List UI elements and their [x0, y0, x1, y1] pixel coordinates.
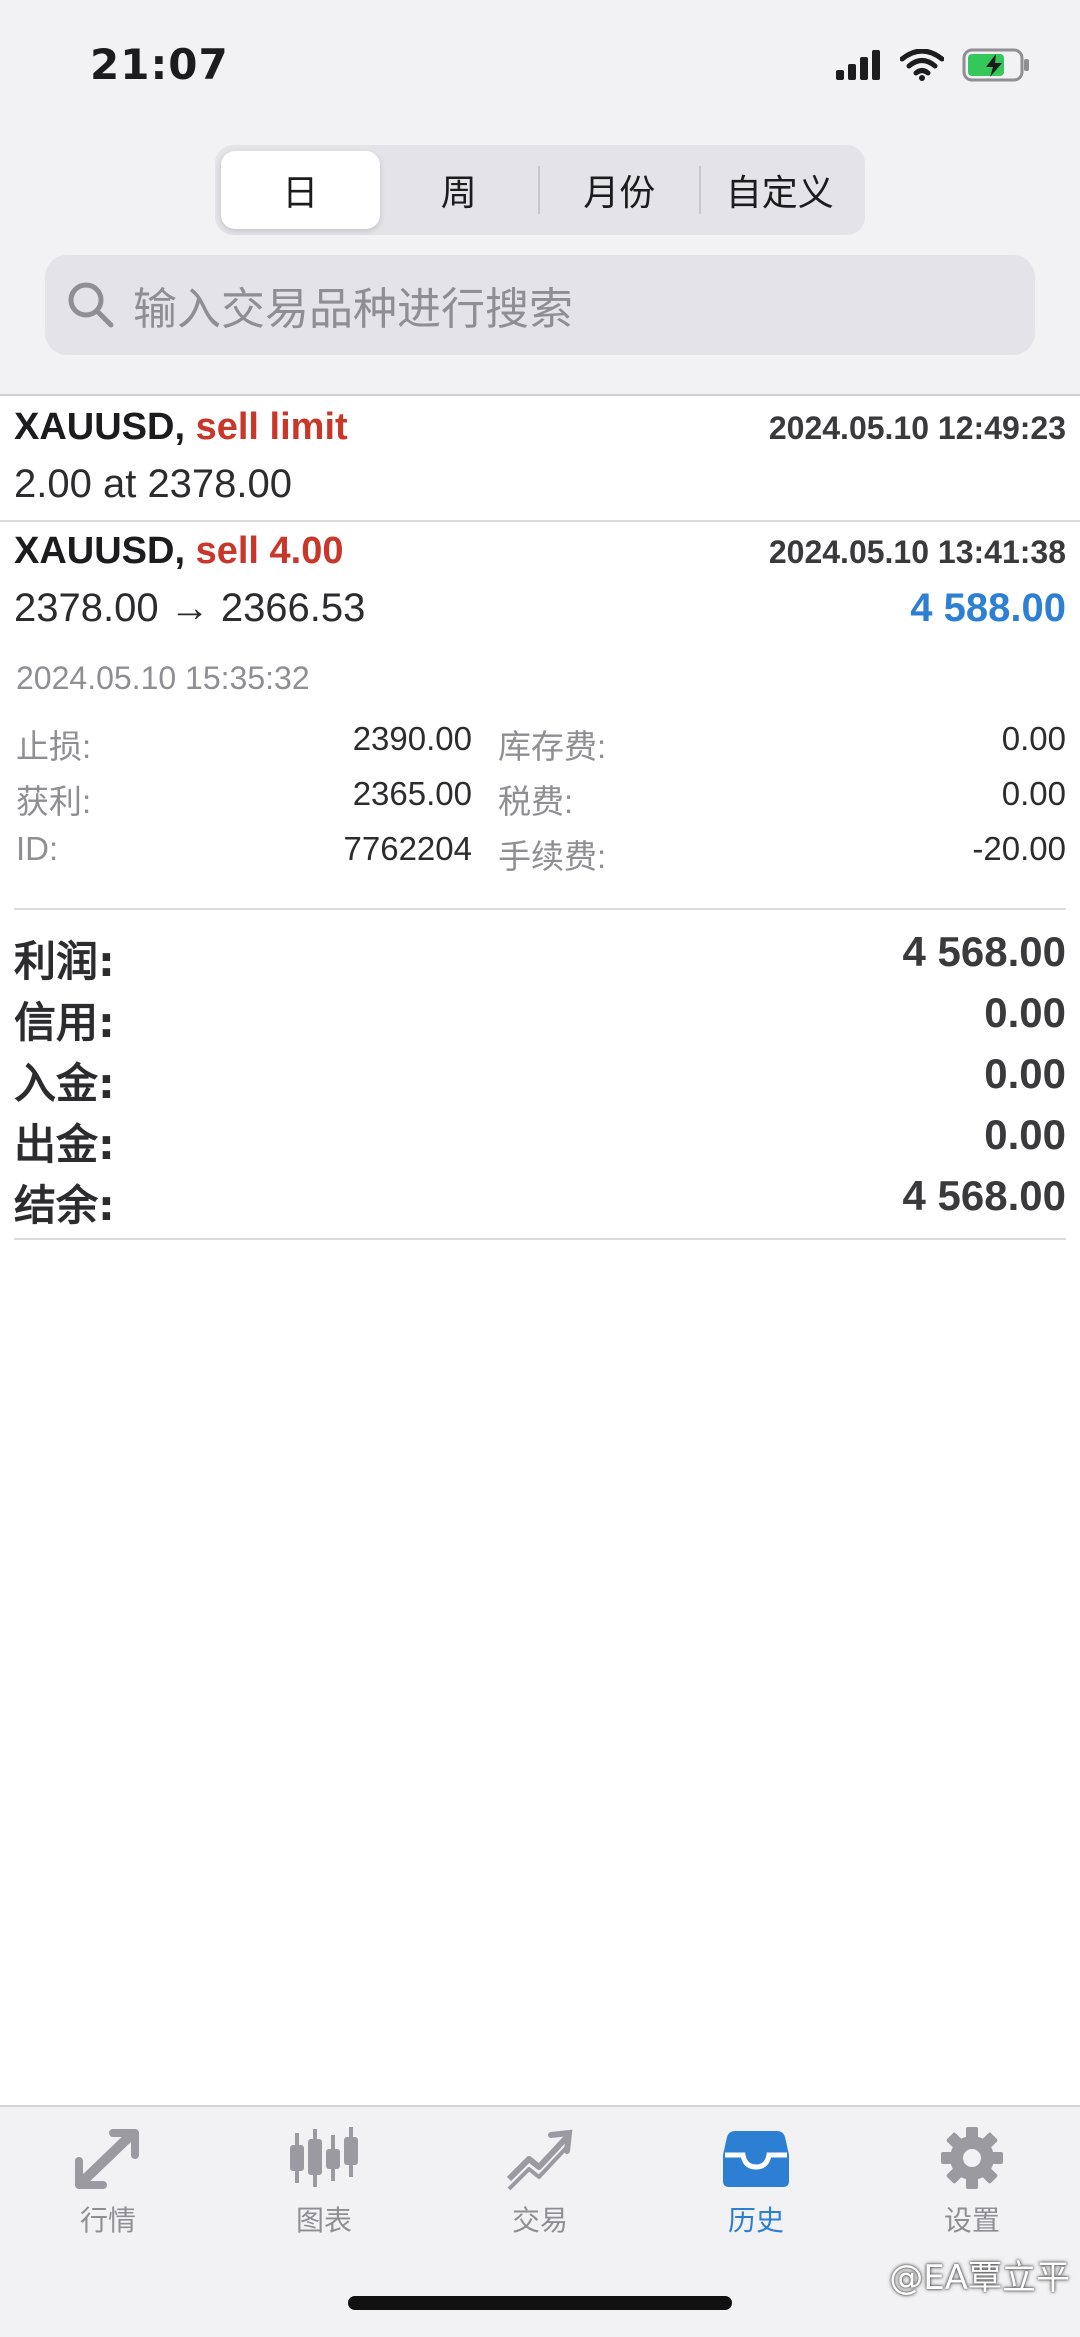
- battery-icon: [962, 48, 1029, 82]
- tab-chart[interactable]: 图表: [254, 2125, 394, 2239]
- sl-label: 止损:: [16, 728, 92, 765]
- wifi-icon: [900, 49, 944, 81]
- header: 21:07 日 周 月份 自定义 输入交易品种进行搜索: [0, 0, 1080, 396]
- tab-day[interactable]: 日: [221, 151, 380, 229]
- deal-type: sell 4.00: [195, 530, 344, 572]
- quotes-icon: [75, 2129, 139, 2189]
- history-order-row[interactable]: XAUUSD, sell limit 2024.05.10 12:49:23 2…: [0, 398, 1080, 522]
- swap-value: 0.00: [1001, 720, 1066, 757]
- summary-row-balance: 结余: 4 568.00: [14, 1172, 1066, 1232]
- summary-label: 出金:: [14, 1120, 115, 1169]
- tab-quotes[interactable]: 行情: [38, 2125, 178, 2239]
- home-indicator: [348, 2296, 732, 2310]
- tab-label: 历史: [727, 2204, 784, 2237]
- id-label: ID:: [16, 830, 59, 867]
- summary-row-deposit: 入金: 0.00: [14, 1050, 1066, 1110]
- tab-label: 行情: [79, 2204, 136, 2237]
- status-time: 21:07: [90, 40, 229, 89]
- swap-label: 库存费:: [498, 728, 607, 765]
- deal-prices: 2378.00 → 2366.53: [14, 586, 366, 630]
- order-symbol-line: XAUUSD, sell limit: [14, 406, 348, 449]
- tab-custom[interactable]: 自定义: [701, 151, 860, 229]
- order-open-time: 2024.05.10 12:49:23: [768, 410, 1066, 446]
- order-volume-price: 2.00 at 2378.00: [14, 462, 293, 506]
- tp-value: 2365.00: [352, 775, 472, 812]
- status-icons: [836, 48, 1032, 82]
- tab-label: 交易: [511, 2204, 568, 2237]
- search-input[interactable]: 输入交易品种进行搜索: [45, 255, 1035, 355]
- tab-settings[interactable]: 设置: [902, 2125, 1042, 2239]
- summary-value: 4 568.00: [902, 1172, 1067, 1219]
- tax-value: 0.00: [1001, 775, 1066, 812]
- summary-value: 0.00: [984, 989, 1066, 1036]
- summary-label: 结余:: [14, 1181, 115, 1230]
- deal-symbol: XAUUSD,: [14, 530, 186, 572]
- search-icon: [68, 282, 114, 328]
- summary-label: 信用:: [14, 998, 115, 1047]
- summary-row-withdrawal: 出金: 0.00: [14, 1111, 1066, 1171]
- tax-label: 税费:: [498, 783, 574, 820]
- watermark: @EA覃立平: [889, 2258, 1070, 2298]
- period-segmented-control: 日 周 月份 自定义: [215, 145, 865, 235]
- tab-history[interactable]: 历史: [686, 2125, 826, 2239]
- history-icon: [723, 2131, 789, 2187]
- summary-value: 4 568.00: [902, 928, 1067, 975]
- tab-trade[interactable]: 交易: [470, 2125, 610, 2239]
- deal-symbol-line: XAUUSD, sell 4.00: [14, 530, 344, 573]
- fee-value: -20.00: [972, 830, 1066, 867]
- tp-label: 获利:: [16, 783, 92, 820]
- deal-profit: 4 588.00: [910, 586, 1066, 630]
- summary-row-profit: 利润: 4 568.00: [14, 928, 1066, 988]
- settings-icon: [941, 2127, 1003, 2189]
- tab-label: 设置: [943, 2204, 1000, 2237]
- summary-row-credit: 信用: 0.00: [14, 989, 1066, 1049]
- id-value: 7762204: [343, 830, 472, 867]
- deal-open-time: 2024.05.10 13:41:38: [768, 534, 1066, 570]
- summary-label: 入金:: [14, 1059, 115, 1108]
- summary-label: 利润:: [14, 937, 115, 986]
- deal-close-time: 2024.05.10 15:35:32: [16, 660, 310, 696]
- tab-week[interactable]: 周: [380, 151, 539, 229]
- summary-value: 0.00: [984, 1111, 1066, 1158]
- order-symbol: XAUUSD,: [14, 406, 186, 448]
- trade-icon: [506, 2129, 573, 2191]
- signal-icon: [836, 50, 880, 80]
- order-type: sell limit: [195, 406, 348, 448]
- sl-value: 2390.00: [352, 720, 472, 757]
- summary-value: 0.00: [984, 1050, 1066, 1097]
- tab-label: 图表: [295, 2204, 352, 2237]
- search-placeholder: 输入交易品种进行搜索: [133, 284, 573, 335]
- history-deal-row[interactable]: XAUUSD, sell 4.00 2024.05.10 13:41:38 23…: [0, 522, 1080, 908]
- tab-month[interactable]: 月份: [540, 151, 699, 229]
- summary-panel: 利润: 4 568.00 信用: 0.00 入金: 0.00 出金: 0.00 …: [14, 908, 1066, 1240]
- fee-label: 手续费:: [498, 838, 607, 875]
- chart-icon: [290, 2127, 358, 2187]
